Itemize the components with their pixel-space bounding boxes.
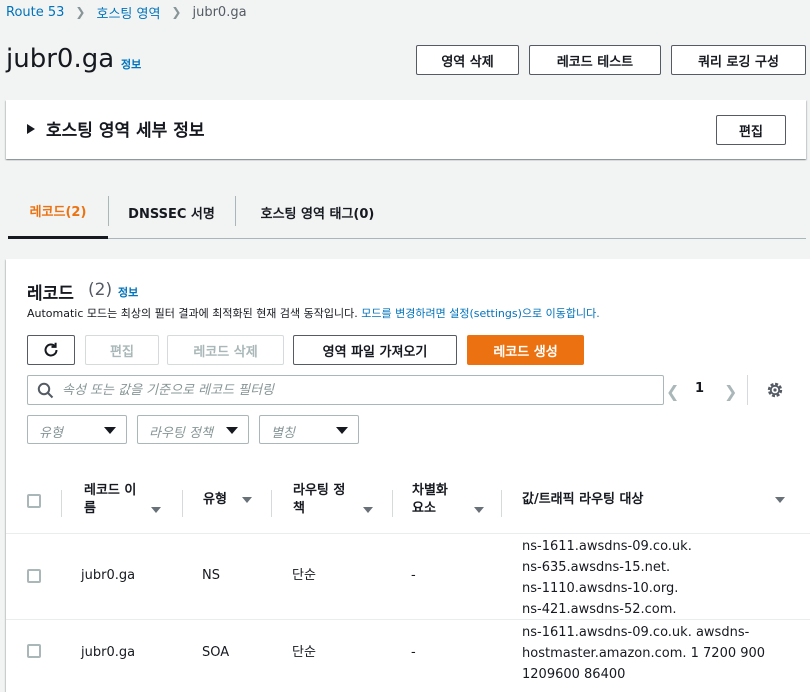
search-box [27,375,664,405]
column-routing-policy[interactable]: 라우팅 정 책 [272,470,392,534]
breadcrumb: Route 53 ❯ 호스팅 영역 ❯ jubr0.ga [6,2,247,22]
chevron-right-icon: ❯ [75,5,86,19]
alias-filter-placeholder: 별칭 [271,426,295,441]
routing-policy-filter-select[interactable]: 라우팅 정책 [137,415,249,444]
tab-bar: 레코드(2) DNSSEC 서명 호스팅 영역 태그(0) [8,185,806,239]
record-type: SOA [202,645,230,660]
pager-divider [747,375,748,405]
record-value-line: ns-1110.awsdns-10.org. [522,581,679,596]
record-value-line: hostmaster.amazon.com. 1 7200 900 [522,646,766,661]
record-name: jubr0.ga [81,568,136,583]
create-record-button[interactable]: 레코드 생성 [467,335,584,365]
hosted-zone-details-panel: 호스팅 영역 세부 정보 편집 [6,100,806,159]
title-info-link[interactable]: 정보 [121,56,141,72]
records-count: (2) [88,280,113,300]
details-edit-button[interactable]: 편집 [716,115,786,145]
record-value-line: ns-1611.awsdns-09.co.uk. [522,539,692,554]
table-row[interactable]: jubr0.ga SOA 단순 - ns-1611.awsdns-09.co.u… [6,620,810,692]
query-logging-button[interactable]: 쿼리 로깅 구성 [671,45,806,75]
routing-filter-placeholder: 라우팅 정책 [149,426,213,441]
record-value-line: ns-421.awsdns-52.com. [522,602,677,617]
column-label: 름 [84,501,96,516]
record-type: NS [202,568,220,583]
records-title: 레코드 [27,284,74,304]
caret-down-icon [336,427,348,434]
caret-down-icon [226,427,238,434]
records-panel: 레코드 (2) 정보 Automatic 모드는 최상의 필터 결과에 최적화된… [6,259,810,692]
breadcrumb-route53[interactable]: Route 53 [6,5,64,20]
table-row[interactable]: jubr0.ga NS 단순 - ns-1611.awsdns-09.co.uk… [6,534,810,620]
records-description-text: Automatic 모드는 최상의 필터 결과에 최적화된 현재 검색 동작입니… [27,307,362,320]
column-value[interactable]: 값/트래픽 라우팅 대상 [502,470,802,534]
record-differentiator: - [411,645,416,660]
records-description: Automatic 모드는 최상의 필터 결과에 최적화된 현재 검색 동작입니… [27,305,600,321]
column-label: 차별화 [412,483,448,498]
page-title: jubr0.ga [6,44,115,74]
delete-record-button[interactable]: 레코드 삭제 [167,335,284,365]
caret-right-icon[interactable] [27,124,35,134]
record-value: ns-1611.awsdns-09.co.uk. awsdns- hostmas… [522,622,765,685]
column-label: 유형 [203,492,227,507]
column-label: 값/트래픽 라우팅 대상 [522,492,644,507]
column-label: 요소 [412,501,436,516]
alias-filter-select[interactable]: 별칭 [259,415,359,444]
settings-link[interactable]: 모드를 변경하려면 설정(settings)으로 이동합니다. [361,307,599,320]
preferences-button[interactable] [765,380,785,400]
import-zone-file-button[interactable]: 영역 파일 가져오기 [293,335,457,365]
details-title[interactable]: 호스팅 영역 세부 정보 [46,116,205,141]
column-label: 레코드 이 [84,483,137,498]
next-page-icon[interactable]: ❯ [724,382,737,401]
edit-record-button[interactable]: 편집 [85,335,159,365]
sort-icon [242,497,252,503]
chevron-right-icon: ❯ [171,5,182,19]
record-routing-policy: 단순 [292,645,316,660]
column-type[interactable]: 유형 [183,470,271,534]
record-value: ns-1611.awsdns-09.co.uk. ns-635.awsdns-1… [522,536,692,620]
sort-icon [775,497,785,503]
page-number[interactable]: 1 [695,381,704,396]
row-checkbox[interactable] [27,569,41,583]
column-record-name[interactable]: 레코드 이 름 [62,470,182,534]
tab-records[interactable]: 레코드(2) [8,185,108,239]
sort-icon [151,507,161,513]
column-label: 라우팅 정 [293,483,346,498]
breadcrumb-current: jubr0.ga [192,4,247,20]
search-input[interactable] [62,380,652,400]
type-filter-select[interactable]: 유형 [27,415,127,444]
records-info-link[interactable]: 정보 [118,284,138,300]
sort-icon [474,507,484,513]
select-all-checkbox[interactable] [27,494,41,508]
gear-icon [767,382,783,398]
row-checkbox[interactable] [27,644,41,658]
caret-down-icon [104,427,116,434]
record-value-line: ns-635.awsdns-15.net. [522,560,671,575]
delete-zone-button[interactable]: 영역 삭제 [416,45,519,75]
record-name: jubr0.ga [81,645,136,660]
record-value-line: ns-1611.awsdns-09.co.uk. awsdns- [522,625,750,640]
column-differentiator[interactable]: 차별화 요소 [393,470,501,534]
prev-page-icon[interactable]: ❮ [666,382,679,401]
record-routing-policy: 단순 [292,568,316,583]
record-differentiator: - [411,568,416,583]
column-label: 책 [293,501,305,516]
test-record-button[interactable]: 레코드 테스트 [529,45,661,75]
table-header: 레코드 이 름 유형 라우팅 정 책 차별화 요소 값/트래픽 라우팅 대상 [6,470,810,534]
search-icon [37,382,54,399]
breadcrumb-hosted-zones[interactable]: 호스팅 영역 [96,3,160,22]
record-value-line: 1209600 86400 [522,667,626,682]
refresh-icon [44,342,58,357]
refresh-button[interactable] [27,335,75,365]
type-filter-placeholder: 유형 [39,426,63,441]
tab-dnssec[interactable]: DNSSEC 서명 [108,185,235,239]
sort-icon [363,507,373,513]
tab-tags[interactable]: 호스팅 영역 태그(0) [235,185,400,239]
